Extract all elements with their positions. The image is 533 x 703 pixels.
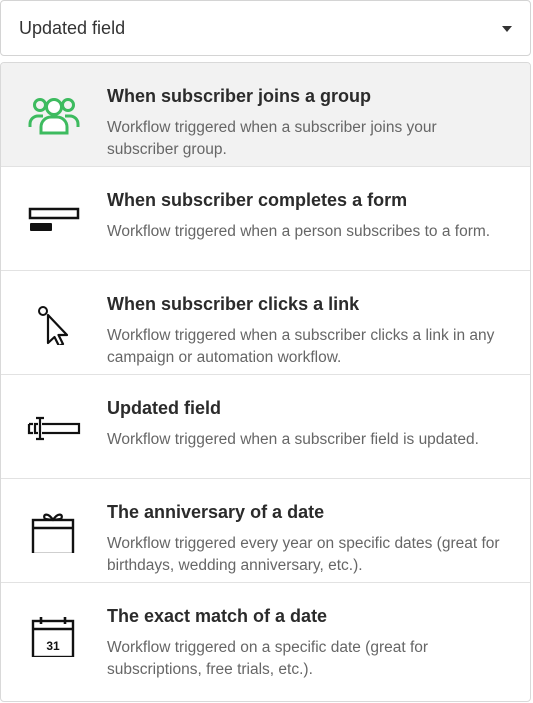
option-anniversary-date[interactable]: The anniversary of a date Workflow trigg…: [1, 479, 530, 583]
form-icon: [27, 199, 81, 241]
caret-down-icon[interactable]: [502, 26, 512, 32]
option-title: When subscriber joins a group: [107, 86, 372, 106]
trigger-select[interactable]: Updated field: [0, 0, 531, 56]
select-value: Updated field: [19, 17, 126, 38]
option-description: Workflow triggered when a subscriber joi…: [107, 119, 437, 158]
option-description: Workflow triggered when a subscriber cli…: [107, 327, 495, 366]
option-title: When subscriber completes a form: [107, 190, 408, 210]
option-completes-form[interactable]: When subscriber completes a form Workflo…: [1, 167, 530, 271]
option-description: Workflow triggered on a specific date (g…: [107, 639, 429, 678]
option-description: Workflow triggered every year on specifi…: [107, 535, 500, 574]
option-description: Workflow triggered when a person subscri…: [107, 223, 491, 240]
option-exact-date[interactable]: 31 The exact match of a date Workflow tr…: [1, 583, 530, 687]
option-joins-group[interactable]: When subscriber joins a group Workflow t…: [1, 63, 530, 167]
gift-icon: [27, 511, 81, 553]
option-title: The anniversary of a date: [107, 502, 325, 522]
option-title: When subscriber clicks a link: [107, 294, 360, 314]
option-clicks-link[interactable]: When subscriber clicks a link Workflow t…: [1, 271, 530, 375]
option-title: Updated field: [107, 398, 222, 418]
cursor-click-icon: [27, 303, 81, 345]
group-icon: [27, 95, 81, 137]
option-title: The exact match of a date: [107, 606, 328, 626]
calendar-icon: 31: [27, 615, 81, 657]
option-description: Workflow triggered when a subscriber fie…: [107, 431, 479, 448]
calendar-day: 31: [46, 639, 60, 653]
option-updated-field[interactable]: Updated field Workflow triggered when a …: [1, 375, 530, 479]
trigger-dropdown-menu: When subscriber joins a group Workflow t…: [0, 62, 531, 702]
text-field-icon: [27, 407, 81, 449]
